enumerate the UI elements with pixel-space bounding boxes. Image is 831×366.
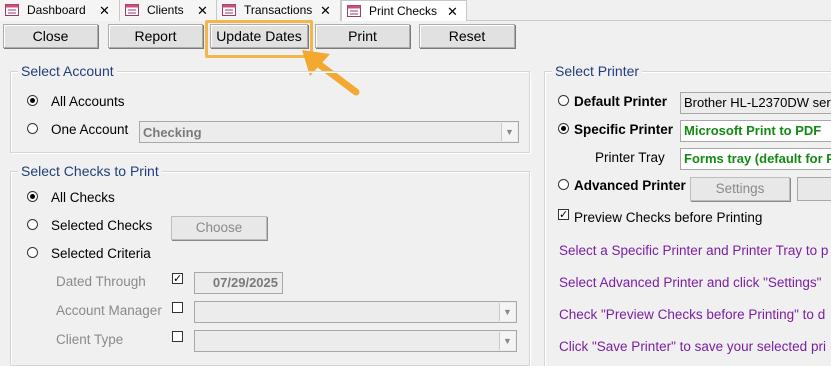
tab-label: Print Checks: [369, 4, 438, 18]
settings-button[interactable]: Settings: [690, 177, 790, 201]
select-account-title: Select Account: [18, 63, 117, 79]
printer-tray-field[interactable]: Forms tray (default for P: [680, 148, 831, 170]
default-printer-label: Default Printer: [574, 94, 668, 109]
settings-button-label: Settings: [715, 181, 765, 196]
printer-tray-label: Printer Tray: [595, 150, 665, 165]
tab-label: Dashboard: [27, 3, 86, 17]
account-value: Checking: [143, 125, 202, 140]
selected-checks-label: Selected Checks: [51, 218, 153, 233]
advanced-printer-label: Advanced Printer: [574, 178, 686, 193]
client-type-checkbox[interactable]: [172, 331, 183, 342]
account-manager-combo[interactable]: ▼: [194, 301, 517, 323]
close-icon[interactable]: ✕: [320, 0, 331, 21]
default-printer-radio[interactable]: [558, 95, 569, 106]
choose-button-label: Choose: [195, 220, 243, 235]
tab-clients[interactable]: Clients ✕: [120, 0, 217, 21]
chevron-down-icon[interactable]: ▼: [501, 123, 517, 141]
select-checks-title: Select Checks to Print: [18, 163, 162, 179]
form-icon: [347, 5, 361, 17]
specific-printer-field[interactable]: Microsoft Print to PDF: [680, 120, 831, 142]
form-icon: [125, 4, 139, 16]
preview-checks-label: Preview Checks before Printing: [574, 210, 763, 225]
dated-through-label: Dated Through: [56, 274, 146, 289]
print-button-label: Print: [348, 28, 377, 44]
selected-checks-radio[interactable]: [27, 219, 38, 230]
all-checks-label: All Checks: [51, 190, 115, 205]
dated-through-checkbox[interactable]: ✓: [172, 273, 183, 284]
form-icon: [222, 4, 236, 16]
close-button[interactable]: Close: [3, 24, 98, 48]
tab-bar: Dashboard ✕ Clients ✕ Transactions ✕ Pri…: [0, 0, 831, 22]
specific-printer-radio[interactable]: [558, 123, 569, 134]
report-button[interactable]: Report: [108, 24, 203, 48]
chevron-down-icon[interactable]: ▼: [499, 332, 515, 350]
reset-button[interactable]: Reset: [419, 24, 515, 48]
dated-through-field[interactable]: 07/29/2025: [194, 272, 283, 294]
advanced-printer-radio[interactable]: [558, 179, 569, 190]
select-printer-title: Select Printer: [552, 63, 643, 79]
close-icon[interactable]: ✕: [99, 0, 110, 21]
close-button-label: Close: [32, 28, 69, 44]
tab-print-checks[interactable]: Print Checks ✕: [341, 0, 467, 22]
form-icon: [5, 4, 19, 16]
help-text: Select Advanced Printer and click "Setti…: [559, 275, 822, 290]
advanced-printer-field: [797, 177, 831, 201]
chevron-down-icon[interactable]: ▼: [499, 303, 515, 321]
account-manager-label: Account Manager: [56, 303, 162, 318]
close-icon[interactable]: ✕: [447, 1, 458, 22]
tab-label: Clients: [147, 3, 184, 17]
date-value: 07/29/2025: [212, 275, 278, 290]
selected-criteria-label: Selected Criteria: [51, 246, 151, 261]
client-type-label: Client Type: [56, 332, 124, 347]
selected-criteria-radio[interactable]: [27, 247, 38, 258]
help-text: Select a Specific Printer and Printer Tr…: [559, 243, 829, 258]
close-icon[interactable]: ✕: [197, 0, 208, 21]
account-manager-checkbox[interactable]: [172, 302, 183, 313]
tab-dashboard[interactable]: Dashboard ✕: [0, 0, 120, 21]
preview-checks-checkbox[interactable]: ✓: [558, 209, 569, 220]
choose-button[interactable]: Choose: [171, 216, 267, 240]
all-accounts-radio[interactable]: [27, 95, 38, 106]
tab-transactions[interactable]: Transactions ✕: [217, 0, 341, 21]
specific-printer-value: Microsoft Print to PDF: [684, 123, 822, 138]
all-checks-radio[interactable]: [27, 191, 38, 202]
account-combo[interactable]: Checking ▼: [139, 121, 519, 143]
report-button-label: Report: [134, 28, 177, 44]
help-text: Click "Save Printer" to save your select…: [559, 339, 826, 354]
default-printer-value: Brother HL-L2370DW ser: [684, 95, 831, 110]
default-printer-field: Brother HL-L2370DW ser: [680, 92, 831, 114]
one-account-label: One Account: [51, 122, 129, 137]
tab-label: Transactions: [244, 3, 313, 17]
client-type-combo[interactable]: ▼: [194, 330, 517, 352]
all-accounts-label: All Accounts: [51, 94, 125, 109]
one-account-radio[interactable]: [27, 123, 38, 134]
help-text: Check "Preview Checks before Printing" t…: [559, 307, 826, 322]
printer-tray-value: Forms tray (default for P: [684, 151, 831, 166]
reset-button-label: Reset: [448, 28, 486, 44]
specific-printer-label: Specific Printer: [574, 122, 674, 137]
